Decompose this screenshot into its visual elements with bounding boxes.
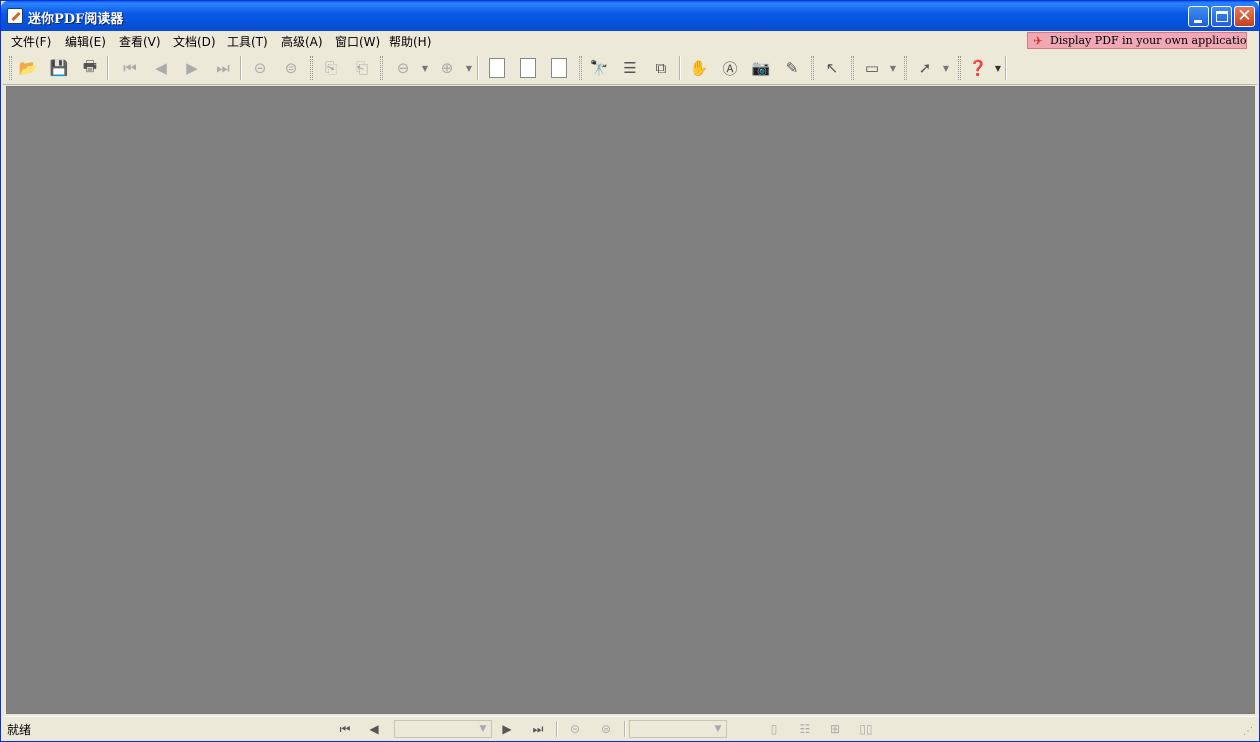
maximize-button[interactable] xyxy=(1211,6,1232,27)
toolbar-separator xyxy=(679,56,681,80)
full-screen-icon[interactable]: ⧉ xyxy=(650,57,672,79)
status-bar: 就绪 ⏮ ◀ ▼ ▶ ⏭ ⊝ ⊜ ▼ ▯ ☷ ⊞ ▯▯ ⋰ xyxy=(3,716,1257,740)
zoom-out-icon[interactable]: ⊖ xyxy=(392,57,414,79)
menu-help[interactable]: 帮助(H) xyxy=(389,33,431,50)
forward-icon[interactable]: ⊜ xyxy=(280,57,302,79)
actual-size-icon[interactable] xyxy=(486,57,508,79)
save-icon[interactable]: 💾 xyxy=(48,57,70,79)
rotate-right-icon[interactable]: ⎗ xyxy=(351,57,373,79)
snapshot-icon[interactable]: 📷 xyxy=(750,57,772,79)
toolbar-grip[interactable] xyxy=(380,56,383,80)
find-icon[interactable]: 🔭 xyxy=(588,57,610,79)
rocket-icon: ✈ xyxy=(1033,34,1044,48)
arrow-tool-dropdown-icon[interactable]: ▼ xyxy=(942,57,950,79)
help-dropdown-icon[interactable]: ▼ xyxy=(994,57,1002,79)
next-page-icon[interactable]: ▶ xyxy=(181,57,203,79)
app-icon[interactable] xyxy=(7,8,23,24)
help-icon[interactable]: ❓ xyxy=(967,57,989,79)
zoom-out-dropdown-icon[interactable]: ▼ xyxy=(421,57,429,79)
hand-tool-icon[interactable]: ✋ xyxy=(688,57,710,79)
menu-document[interactable]: 文档(D) xyxy=(173,33,216,50)
status-forward-icon[interactable]: ⊜ xyxy=(597,721,615,737)
window-title: 迷你PDF阅读器 xyxy=(28,12,124,27)
typewriter-icon[interactable]: ▭ xyxy=(861,57,883,79)
ad-banner-text: Display PDF in your own applications xyxy=(1050,34,1247,47)
chevron-down-icon[interactable]: ▼ xyxy=(476,722,490,736)
resize-grip-icon[interactable]: ⋰ xyxy=(1243,726,1255,738)
last-page-icon[interactable]: ⏭ xyxy=(212,57,234,79)
chevron-down-icon[interactable]: ▼ xyxy=(711,722,725,736)
document-view-area[interactable] xyxy=(6,86,1255,714)
toolbar-grip[interactable] xyxy=(9,56,12,80)
open-icon[interactable]: 📂 xyxy=(17,57,39,79)
rotate-left-icon[interactable]: ⎘ xyxy=(320,57,342,79)
back-icon[interactable]: ⊝ xyxy=(249,57,271,79)
toolbar-grip[interactable] xyxy=(579,56,582,80)
status-text: 就绪 xyxy=(7,723,32,737)
page-glyph xyxy=(520,58,536,78)
arrow-tool-icon[interactable]: ➚ xyxy=(914,57,936,79)
menu-view[interactable]: 查看(V) xyxy=(119,33,161,50)
print-icon[interactable]: 🖶 xyxy=(79,57,101,79)
close-icon: ✕ xyxy=(1237,6,1252,26)
toolbar-separator xyxy=(107,56,109,80)
minimize-icon xyxy=(1194,20,1202,23)
toolbar-separator xyxy=(240,56,242,80)
toolbar-separator xyxy=(1005,56,1007,80)
zoom-in-dropdown-icon[interactable]: ▼ xyxy=(465,57,473,79)
status-first-page-icon[interactable]: ⏮ xyxy=(336,721,354,737)
menu-file[interactable]: 文件(F) xyxy=(11,33,51,50)
select-text-icon[interactable]: Ⓐ xyxy=(719,57,741,79)
status-separator xyxy=(556,721,558,737)
continuous-view-icon[interactable]: ☷ xyxy=(796,721,814,737)
close-button[interactable]: ✕ xyxy=(1234,6,1255,27)
facing-view-icon[interactable]: ⊞ xyxy=(826,721,844,737)
menu-edit[interactable]: 编辑(E) xyxy=(65,33,106,50)
typewriter-dropdown-icon[interactable]: ▼ xyxy=(889,57,897,79)
annotation-icon[interactable]: ✎ xyxy=(781,57,803,79)
toolbar-grip[interactable] xyxy=(811,56,814,80)
menu-tools[interactable]: 工具(T) xyxy=(227,33,268,50)
status-separator xyxy=(624,721,626,737)
prev-page-icon[interactable]: ◀ xyxy=(150,57,172,79)
minimize-button[interactable] xyxy=(1188,6,1209,27)
page-glyph xyxy=(551,58,567,78)
menu-advanced[interactable]: 高级(A) xyxy=(281,33,323,50)
fit-page-icon[interactable] xyxy=(517,57,539,79)
maximize-icon xyxy=(1216,11,1228,22)
single-page-view-icon[interactable]: ▯ xyxy=(765,721,783,737)
toolbar-grip[interactable] xyxy=(310,56,313,80)
main-toolbar: 📂 💾 🖶 ⏮ ◀ ▶ ⏭ ⊝ ⊜ ⎘ ⎗ ⊖ ▼ ⊕ ▼ 🔭 ☰ ⧉ ✋ Ⓐ … xyxy=(3,51,1257,85)
status-back-icon[interactable]: ⊝ xyxy=(566,721,584,737)
select-tool-icon[interactable]: ↖ xyxy=(821,57,843,79)
page-glyph xyxy=(489,58,505,78)
status-last-page-icon[interactable]: ⏭ xyxy=(529,721,547,737)
status-next-page-icon[interactable]: ▶ xyxy=(498,721,516,737)
menu-window[interactable]: 窗口(W) xyxy=(335,33,380,50)
app-window: 迷你PDF阅读器 ✕ 文件(F) 编辑(E) 查看(V) 文档(D) 工具(T)… xyxy=(0,0,1260,742)
status-prev-page-icon[interactable]: ◀ xyxy=(365,721,383,737)
menu-bar: 文件(F) 编辑(E) 查看(V) 文档(D) 工具(T) 高级(A) 窗口(W… xyxy=(3,31,1257,51)
ad-banner-link[interactable]: ✈ Display PDF in your own applications xyxy=(1027,32,1247,49)
first-page-icon[interactable]: ⏮ xyxy=(119,57,141,79)
toolbar-grip[interactable] xyxy=(958,56,961,80)
toolbar-separator xyxy=(477,56,479,80)
toolbar-grip[interactable] xyxy=(851,56,854,80)
zoom-field[interactable]: ▼ xyxy=(629,720,727,738)
fit-width-icon[interactable] xyxy=(548,57,570,79)
page-number-field[interactable]: ▼ xyxy=(394,720,492,738)
continuous-facing-view-icon[interactable]: ▯▯ xyxy=(857,721,875,737)
zoom-in-icon[interactable]: ⊕ xyxy=(436,57,458,79)
bookmarks-icon[interactable]: ☰ xyxy=(619,57,641,79)
toolbar-grip[interactable] xyxy=(904,56,907,80)
title-bar[interactable]: 迷你PDF阅读器 ✕ xyxy=(1,1,1259,31)
